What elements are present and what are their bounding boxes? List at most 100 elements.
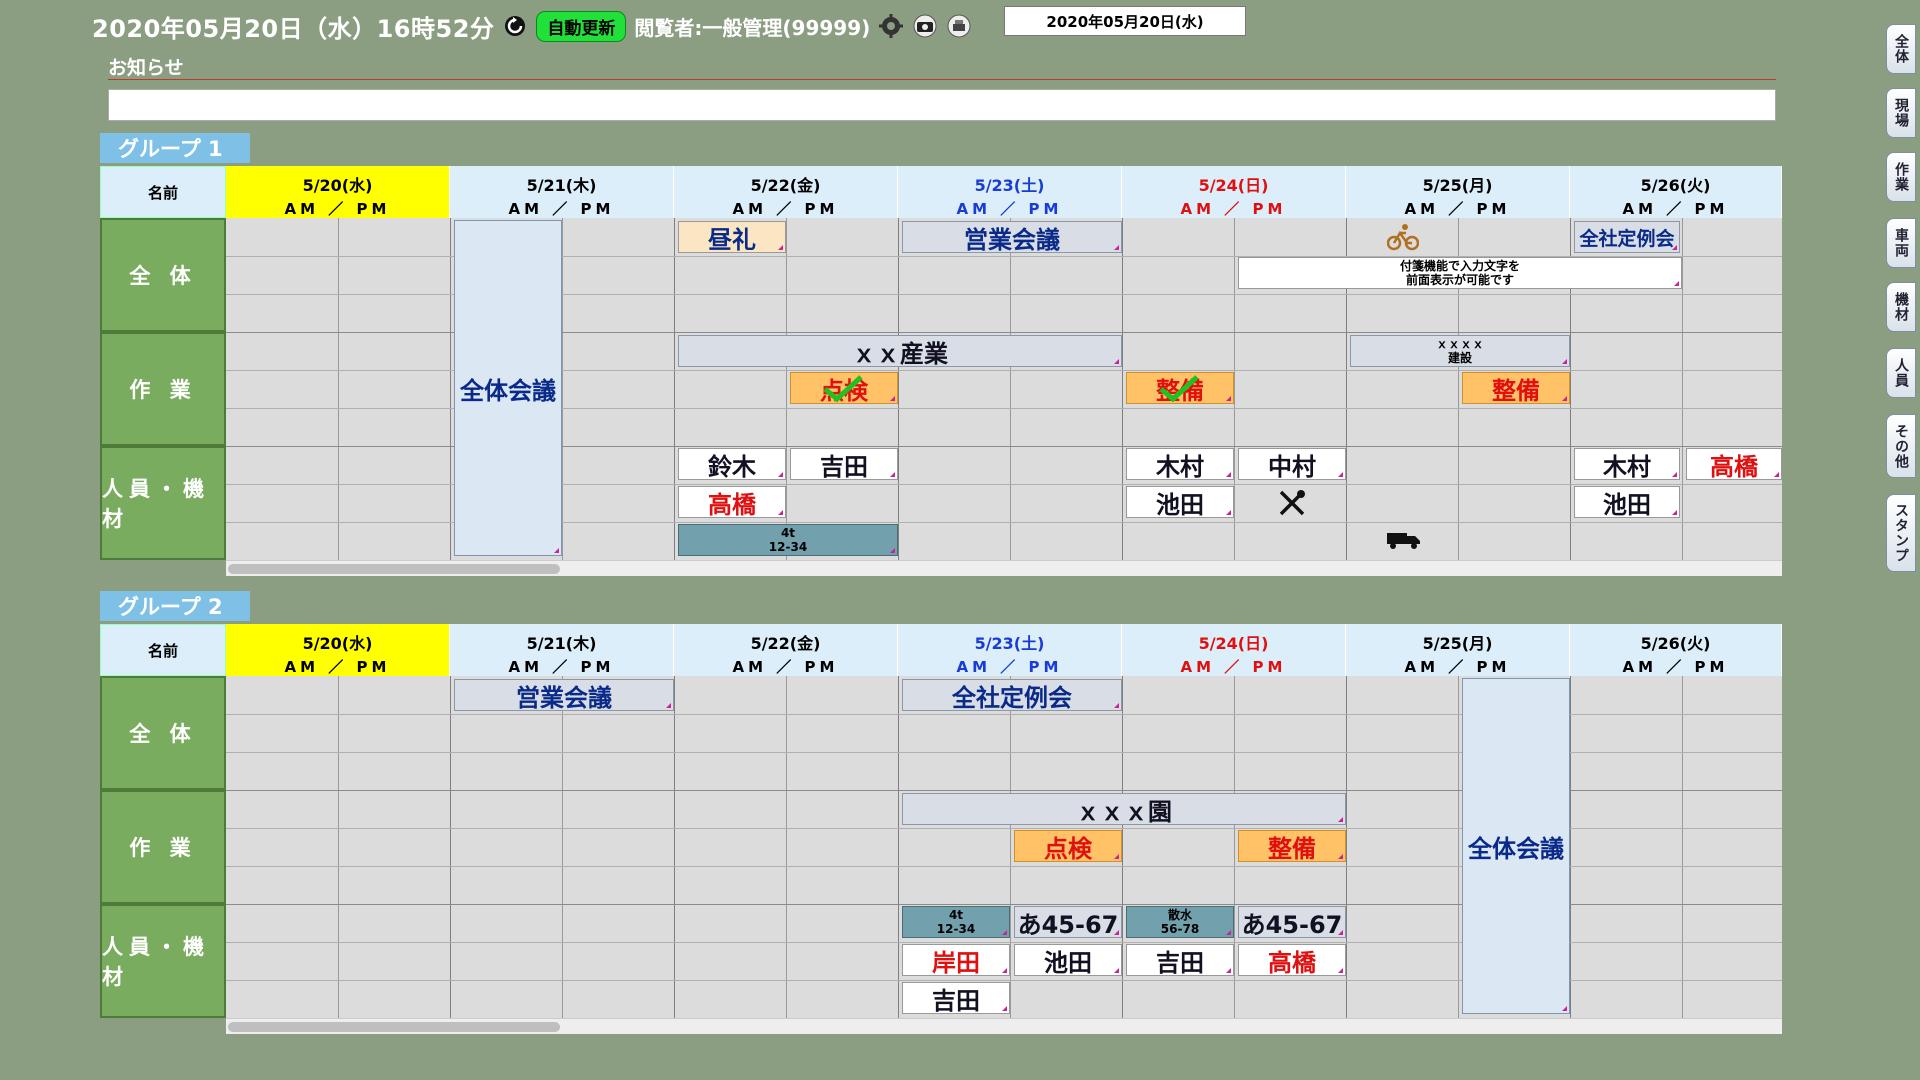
grid-column-line bbox=[1010, 218, 1011, 560]
staff-takahashi[interactable]: 高橋 bbox=[1238, 944, 1346, 977]
category-all: 全 体 bbox=[100, 676, 226, 790]
refresh-icon[interactable] bbox=[502, 13, 528, 39]
staff-kimura[interactable]: 木村 bbox=[1574, 448, 1680, 481]
horizontal-scrollbar[interactable] bbox=[226, 1018, 1782, 1034]
grid-column-line bbox=[1570, 676, 1571, 1018]
vehicle-sprinkler[interactable]: 散水 56-78 bbox=[1126, 906, 1234, 938]
event-seibi[interactable]: 整備 bbox=[1238, 830, 1346, 863]
event-all-meeting[interactable]: 全体会議 bbox=[454, 220, 562, 556]
staff-ikeda[interactable]: 池田 bbox=[1574, 486, 1680, 519]
event-sales-meeting[interactable]: 営業会議 bbox=[902, 221, 1122, 254]
day-header: 5/22(金) AM ／ PM bbox=[674, 166, 898, 218]
bicycle-icon bbox=[1386, 222, 1420, 252]
day-header: 5/20(水) AM ／ PM bbox=[226, 624, 450, 676]
check-icon bbox=[1159, 375, 1199, 403]
event-chourei[interactable]: 昼礼 bbox=[678, 221, 786, 254]
name-header: 名前 bbox=[100, 624, 226, 676]
staff-suzuki[interactable]: 鈴木 bbox=[678, 448, 786, 481]
vehicle-plate[interactable]: あ45-67 bbox=[1014, 906, 1122, 939]
grid-column-line bbox=[562, 218, 563, 560]
staff-takahashi[interactable]: 高橋 bbox=[678, 486, 786, 519]
grid-column-line bbox=[562, 676, 563, 1018]
group2-label: グループ 2 bbox=[100, 591, 250, 621]
staff-yoshida[interactable]: 吉田 bbox=[902, 982, 1010, 1015]
truck-icon bbox=[1386, 528, 1422, 552]
event-seibi[interactable]: 整備 bbox=[1126, 372, 1234, 405]
staff-ikeda[interactable]: 池田 bbox=[1126, 486, 1234, 519]
group1-label: グループ 1 bbox=[100, 133, 250, 163]
grid-column-line bbox=[1458, 676, 1459, 1018]
vehicle-plate[interactable]: あ45-67 bbox=[1238, 906, 1346, 939]
day-header: 5/26(火) AM ／ PM bbox=[1570, 624, 1782, 676]
staff-yoshida[interactable]: 吉田 bbox=[1126, 944, 1234, 977]
date-selector[interactable]: 2020年05月20日(水) bbox=[1004, 6, 1246, 36]
day-header: 5/24(日) AM ／ PM bbox=[1122, 166, 1346, 218]
sticky-note[interactable]: 付箋機能で入力文字を 前面表示が可能です bbox=[1238, 257, 1682, 289]
category-work: 作 業 bbox=[100, 332, 226, 446]
horizontal-scrollbar[interactable] bbox=[226, 560, 1782, 576]
day-header: 5/21(木) AM ／ PM bbox=[450, 624, 674, 676]
day-header: 5/21(木) AM ／ PM bbox=[450, 166, 674, 218]
event-tenken[interactable]: 点検 bbox=[790, 372, 898, 405]
staff-ikeda[interactable]: 池田 bbox=[1014, 944, 1122, 977]
category-staff-equipment: 人員・機材 bbox=[100, 446, 226, 560]
grid-column-line bbox=[674, 676, 675, 1018]
viewer-label: 閲覧者:一般管理(99999) bbox=[634, 15, 871, 40]
grid-column-line bbox=[674, 218, 675, 560]
tab-other[interactable]: その他 bbox=[1886, 414, 1916, 478]
day-header: 5/23(土) AM ／ PM bbox=[898, 166, 1122, 218]
print-icon[interactable] bbox=[946, 13, 972, 39]
grid-column-line bbox=[898, 676, 899, 1018]
day-header: 5/25(月) AM ／ PM bbox=[1346, 166, 1570, 218]
auto-update-button[interactable]: 自動更新 bbox=[536, 10, 627, 42]
event-all-meeting[interactable]: 全体会議 bbox=[1462, 678, 1570, 1014]
day-header: 5/25(月) AM ／ PM bbox=[1346, 624, 1570, 676]
grid-column-line bbox=[1122, 218, 1123, 560]
scroll-thumb[interactable] bbox=[228, 564, 560, 574]
staff-yoshida[interactable]: 吉田 bbox=[790, 448, 898, 481]
event-sales-meeting[interactable]: 営業会議 bbox=[454, 679, 674, 712]
tab-vehicle[interactable]: 車両 bbox=[1886, 218, 1916, 268]
group2-schedule: 名前 5/20(水) AM ／ PM 5/21(木) AM ／ PM 5/22(金)… bbox=[100, 624, 1782, 1036]
tab-equipment[interactable]: 機材 bbox=[1886, 282, 1916, 332]
event-en[interactable]: ｘｘｘ園 bbox=[902, 793, 1346, 826]
staff-takahashi[interactable]: 高橋 bbox=[1686, 448, 1782, 481]
gear-icon[interactable] bbox=[878, 13, 904, 39]
grid-column-line bbox=[338, 218, 339, 560]
tab-stamp[interactable]: スタンプ bbox=[1886, 494, 1916, 572]
grid-column-line bbox=[786, 218, 787, 560]
tab-site[interactable]: 現場 bbox=[1886, 88, 1916, 138]
grid-column-line bbox=[898, 218, 899, 560]
event-tenken[interactable]: 点検 bbox=[1014, 830, 1122, 863]
check-icon bbox=[823, 375, 863, 403]
day-header: 5/22(金) AM ／ PM bbox=[674, 624, 898, 676]
grid-column-line bbox=[338, 676, 339, 1018]
grid-column-line bbox=[1682, 676, 1683, 1018]
category-all: 全 体 bbox=[100, 218, 226, 332]
tab-all[interactable]: 全体 bbox=[1886, 24, 1916, 74]
event-company-meeting[interactable]: 全社定例会 bbox=[902, 679, 1122, 712]
event-seibi[interactable]: 整備 bbox=[1462, 372, 1570, 405]
tools-icon bbox=[1272, 488, 1312, 518]
event-sangyo[interactable]: ｘｘ産業 bbox=[678, 335, 1122, 368]
event-kensetsu[interactable]: ｘｘｘｘ 建設 bbox=[1350, 335, 1570, 367]
scroll-thumb[interactable] bbox=[228, 1022, 560, 1032]
staff-kishida[interactable]: 岸田 bbox=[902, 944, 1010, 977]
notice-divider bbox=[108, 79, 1776, 80]
staff-kimura[interactable]: 木村 bbox=[1126, 448, 1234, 481]
staff-nakamura[interactable]: 中村 bbox=[1238, 448, 1346, 481]
tab-work[interactable]: 作業 bbox=[1886, 152, 1916, 202]
vehicle-truck[interactable]: 4t 12-34 bbox=[902, 906, 1010, 938]
group1-schedule: 名前 5/20(水) AM ／ PM 5/21(木) AM ／ PM 5/22(金)… bbox=[100, 166, 1782, 578]
name-header: 名前 bbox=[100, 166, 226, 218]
category-staff-equipment: 人員・機材 bbox=[100, 904, 226, 1018]
day-header: 5/26(火) AM ／ PM bbox=[1570, 166, 1782, 218]
grid-column-line bbox=[1682, 218, 1683, 560]
tab-staff[interactable]: 人員 bbox=[1886, 348, 1916, 398]
grid-column-line bbox=[450, 676, 451, 1018]
camera-icon[interactable] bbox=[912, 13, 938, 39]
vehicle-truck[interactable]: 4t 12-34 bbox=[678, 524, 898, 556]
category-work: 作 業 bbox=[100, 790, 226, 904]
notice-box bbox=[108, 89, 1776, 121]
event-company-meeting[interactable]: 全社定例会 bbox=[1574, 221, 1680, 253]
